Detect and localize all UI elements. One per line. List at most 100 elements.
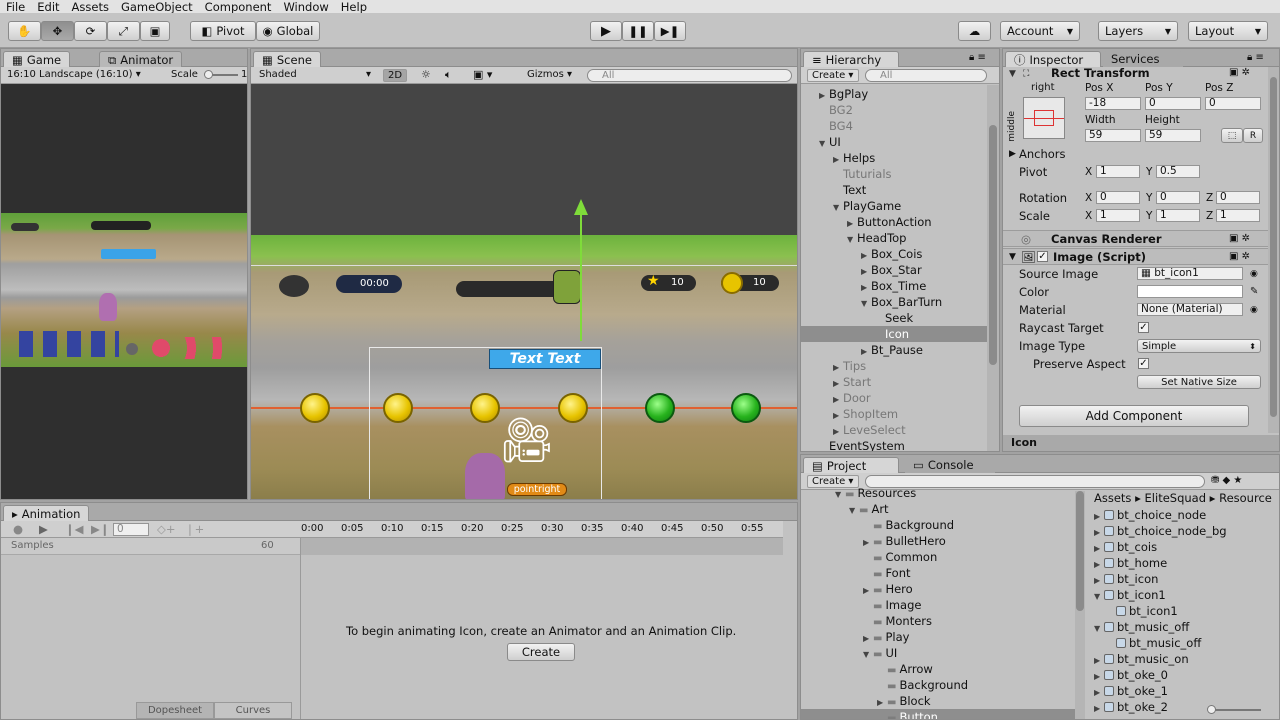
tab-console[interactable]: ▭ Console bbox=[905, 457, 995, 473]
asset-item[interactable]: ▶ bt_choice_node bbox=[1086, 507, 1279, 523]
pivot-x-field[interactable]: 1 bbox=[1096, 165, 1140, 178]
inspector-scrollbar[interactable] bbox=[1268, 67, 1279, 433]
material-field[interactable]: None (Material) bbox=[1137, 303, 1243, 316]
folder-item[interactable]: ▼ ▬ Resources bbox=[801, 485, 1075, 501]
eyedropper-icon[interactable]: ✎ bbox=[1250, 285, 1258, 299]
raycast-checkbox[interactable]: ✓ bbox=[1138, 322, 1149, 333]
gizmo-arrow-icon[interactable] bbox=[574, 199, 588, 215]
move-gizmo-y[interactable] bbox=[580, 201, 582, 341]
create-animation-button[interactable]: Create bbox=[507, 643, 575, 661]
hierarchy-item[interactable]: ▶ LeveSelect bbox=[801, 422, 987, 438]
lock-icon[interactable]: 🔒︎ ≡ bbox=[969, 51, 986, 65]
hierarchy-item[interactable]: ▶ Bt_Pause bbox=[801, 342, 987, 358]
frame-field[interactable]: 0 bbox=[113, 523, 149, 536]
hierarchy-item[interactable]: ▼ PlayGame bbox=[801, 198, 987, 214]
audio-icon[interactable]: 🔈︎ bbox=[445, 68, 452, 82]
tab-project[interactable]: ▤ Project bbox=[803, 457, 899, 473]
next-key-icon[interactable]: ▶❙ bbox=[91, 522, 109, 536]
add-event-icon[interactable]: ❘+ bbox=[185, 522, 204, 536]
width-field[interactable]: 59 bbox=[1085, 129, 1141, 142]
layout-dropdown[interactable]: Layout ▼ bbox=[1188, 21, 1268, 41]
asset-item[interactable]: ▶ bt_home bbox=[1086, 555, 1279, 571]
filter-icons[interactable]: ⛃ ◆ ★ bbox=[1211, 474, 1242, 488]
menu-gameobject[interactable]: GameObject bbox=[115, 1, 199, 13]
rotate-tool-button[interactable]: ⟳ bbox=[74, 21, 107, 41]
blueprint-button[interactable]: ⬚ bbox=[1221, 128, 1243, 143]
project-tree-scrollbar[interactable] bbox=[1075, 491, 1085, 719]
green-node[interactable] bbox=[731, 393, 761, 423]
scale-tool-button[interactable]: ⤢ bbox=[107, 21, 140, 41]
folder-item[interactable]: ▬ Monters bbox=[801, 613, 1075, 629]
anchors-label[interactable]: Anchors bbox=[1019, 147, 1066, 161]
hierarchy-item[interactable]: Icon bbox=[801, 326, 987, 342]
image-type-dropdown[interactable]: Simple ⬍ bbox=[1137, 339, 1261, 353]
asset-item[interactable]: bt_music_off bbox=[1086, 635, 1279, 651]
menu-help[interactable]: Help bbox=[335, 1, 373, 13]
folder-item[interactable]: ▬ Common bbox=[801, 549, 1075, 565]
asset-item[interactable]: bt_icon1 bbox=[1086, 603, 1279, 619]
component-menu-icon[interactable]: ▣ ✲ bbox=[1229, 66, 1250, 80]
folder-item[interactable]: ▶ ▬ Block bbox=[801, 693, 1075, 709]
hierarchy-item[interactable]: ▶ Box_Star bbox=[801, 262, 987, 278]
color-field[interactable] bbox=[1137, 285, 1243, 298]
menu-file[interactable]: File bbox=[0, 1, 31, 13]
fold-arrow-icon[interactable]: ▼ bbox=[1009, 250, 1016, 264]
component-menu-icon[interactable]: ▣ ✲ bbox=[1229, 232, 1250, 246]
tab-animation[interactable]: ▸ Animation bbox=[3, 505, 90, 521]
asset-item[interactable]: ▶ bt_cois bbox=[1086, 539, 1279, 555]
zoom-slider[interactable] bbox=[1211, 709, 1261, 711]
play-button[interactable]: ▶ bbox=[590, 21, 622, 41]
menu-assets[interactable]: Assets bbox=[66, 1, 115, 13]
cloud-button[interactable]: ☁ bbox=[958, 21, 991, 41]
scale-slider-thumb[interactable] bbox=[204, 70, 213, 79]
image-script-header[interactable]: ▼ 🖼︎ ✓ Image (Script) ▣ ✲ bbox=[1003, 248, 1279, 265]
inspector-preview-bar[interactable]: Icon bbox=[1003, 435, 1279, 451]
hierarchy-search[interactable]: All bbox=[865, 69, 987, 82]
folder-item[interactable]: ▶ ▬ Play bbox=[801, 629, 1075, 645]
hierarchy-item[interactable]: ▼ Box_BarTurn bbox=[801, 294, 987, 310]
samples-value[interactable]: 60 bbox=[261, 539, 274, 553]
hierarchy-item[interactable]: ▶ Door bbox=[801, 390, 987, 406]
source-image-field[interactable]: ▦ bt_icon1 bbox=[1137, 267, 1243, 280]
anim-play-icon[interactable]: ▶ bbox=[39, 522, 48, 536]
rect-tool-button[interactable]: ▣ bbox=[140, 21, 170, 41]
tab-inspector[interactable]: ⓘ Inspector bbox=[1005, 51, 1101, 67]
menu-edit[interactable]: Edit bbox=[31, 1, 65, 13]
set-native-size-button[interactable]: Set Native Size bbox=[1137, 375, 1261, 389]
hierarchy-item[interactable]: ▶ ButtonAction bbox=[801, 214, 987, 230]
folder-item[interactable]: ▶ ▬ Hero bbox=[801, 581, 1075, 597]
add-component-button[interactable]: Add Component bbox=[1019, 405, 1249, 427]
hierarchy-item[interactable]: ▶ Box_Time bbox=[801, 278, 987, 294]
asset-item[interactable]: ▼ bt_music_off bbox=[1086, 619, 1279, 635]
tab-hierarchy[interactable]: ≡ Hierarchy bbox=[803, 51, 899, 67]
hierarchy-item[interactable]: Seek bbox=[801, 310, 987, 326]
tab-scene[interactable]: ▦ Scene bbox=[253, 51, 321, 67]
asset-item[interactable]: ▶ bt_music_on bbox=[1086, 651, 1279, 667]
hierarchy-item[interactable]: Text bbox=[801, 182, 987, 198]
asset-item[interactable]: ▶ bt_oke_0 bbox=[1086, 667, 1279, 683]
pivot-y-field[interactable]: 0.5 bbox=[1156, 165, 1200, 178]
tab-services[interactable]: Services bbox=[1103, 51, 1183, 67]
hierarchy-scroll-thumb[interactable] bbox=[989, 125, 997, 365]
collapsed-arrow-icon[interactable]: ▶ bbox=[1094, 701, 1104, 717]
gizmos-dropdown[interactable]: Gizmos ▾ bbox=[527, 68, 572, 82]
scale-z-field[interactable]: 1 bbox=[1216, 209, 1260, 222]
tab-game[interactable]: ▦ Game bbox=[3, 51, 71, 67]
asset-item[interactable]: ▶ bt_icon bbox=[1086, 571, 1279, 587]
rotation-y-field[interactable]: 0 bbox=[1156, 191, 1200, 204]
breadcrumb-item[interactable]: Assets bbox=[1094, 491, 1131, 505]
timeline-ruler[interactable]: 0:00 0:05 0:10 0:15 0:20 0:25 0:30 0:35 … bbox=[301, 521, 783, 538]
hierarchy-item[interactable]: ▼ UI bbox=[801, 134, 987, 150]
hierarchy-item[interactable]: ▶ Start bbox=[801, 374, 987, 390]
scale-x-field[interactable]: 1 bbox=[1096, 209, 1140, 222]
account-dropdown[interactable]: Account ▼ bbox=[1000, 21, 1080, 41]
folder-item[interactable]: ▼ ▬ UI bbox=[801, 645, 1075, 661]
menu-component[interactable]: Component bbox=[199, 1, 278, 13]
green-node[interactable] bbox=[645, 393, 675, 423]
object-picker-icon[interactable]: ◉ bbox=[1250, 303, 1258, 317]
asset-item[interactable]: ▶ bt_oke_2 bbox=[1086, 699, 1279, 717]
scale-y-field[interactable]: 1 bbox=[1156, 209, 1200, 222]
hierarchy-item[interactable]: Tuturials bbox=[801, 166, 987, 182]
inspector-scroll-thumb[interactable] bbox=[1270, 77, 1277, 417]
yellow-node[interactable] bbox=[383, 393, 413, 423]
